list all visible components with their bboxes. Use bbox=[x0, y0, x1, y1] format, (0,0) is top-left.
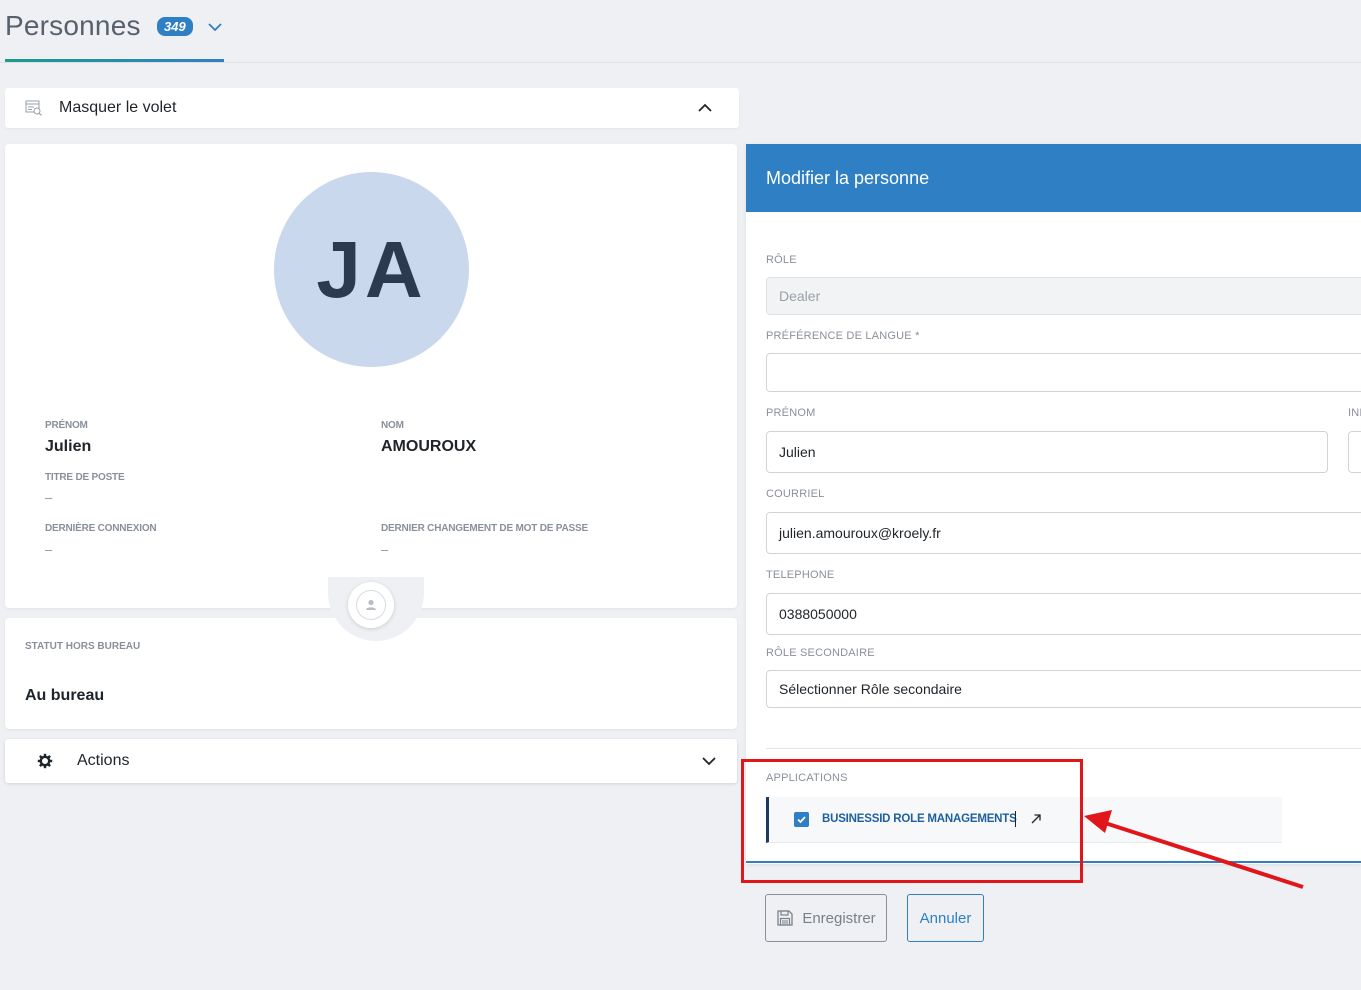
status-label: STATUT HORS BUREAU bbox=[25, 641, 141, 652]
initials-field-label: INI bbox=[1348, 407, 1361, 419]
cancel-button[interactable]: Annuler bbox=[907, 894, 984, 942]
panel-search-icon bbox=[25, 100, 42, 116]
prenom-value: Julien bbox=[45, 438, 92, 455]
telephone-label: TELEPHONE bbox=[766, 569, 835, 581]
save-button[interactable]: Enregistrer bbox=[765, 894, 887, 942]
titre-label: TITRE DE POSTE bbox=[45, 472, 125, 483]
annotation-highlight-box bbox=[741, 759, 1083, 883]
prenom-label: PRÉNOM bbox=[45, 420, 88, 431]
role-field: Dealer bbox=[766, 277, 1361, 315]
chevron-down-icon[interactable] bbox=[206, 18, 224, 36]
actions-toggle[interactable]: Actions bbox=[5, 739, 737, 783]
role-secondaire-label: RÔLE SECONDAIRE bbox=[766, 647, 875, 659]
nom-label: NOM bbox=[381, 420, 404, 431]
chevron-down-icon bbox=[702, 757, 716, 766]
mdp-value: – bbox=[381, 542, 389, 557]
hide-panel-label: Masquer le volet bbox=[59, 99, 177, 116]
form-divider bbox=[766, 748, 1361, 749]
chevron-up-icon[interactable] bbox=[697, 100, 713, 116]
count-badge: 349 bbox=[157, 17, 193, 36]
cancel-button-label: Annuler bbox=[919, 909, 972, 927]
edit-person-panel: Modifier la personne RÔLE Dealer PRÉFÉRE… bbox=[746, 144, 1361, 864]
hide-panel-toggle[interactable]: Masquer le volet bbox=[5, 88, 739, 128]
page-title: Personnes bbox=[5, 10, 141, 41]
floppy-disk-icon bbox=[777, 910, 793, 926]
profile-card: JA PRÉNOM Julien NOM AMOUROUX TITRE DE P… bbox=[5, 144, 737, 608]
courriel-input[interactable]: julien.amouroux@kroely.fr bbox=[766, 512, 1361, 554]
langue-label: PRÉFÉRENCE DE LANGUE * bbox=[766, 330, 920, 342]
status-value: Au bureau bbox=[25, 687, 105, 704]
langue-select[interactable] bbox=[766, 353, 1361, 392]
role-secondaire-select[interactable]: Sélectionner Rôle secondaire bbox=[766, 670, 1361, 708]
connexion-label: DERNIÈRE CONNEXION bbox=[45, 523, 157, 534]
user-icon bbox=[366, 599, 376, 610]
nom-value: AMOUROUX bbox=[381, 438, 477, 455]
mdp-label: DERNIER CHANGEMENT DE MOT DE PASSE bbox=[381, 523, 588, 534]
annotation-arrow-icon bbox=[1084, 810, 1304, 889]
connexion-value: – bbox=[45, 542, 53, 557]
actions-label: Actions bbox=[77, 752, 130, 769]
save-button-label: Enregistrer bbox=[802, 909, 876, 927]
edit-panel-title: Modifier la personne bbox=[766, 168, 930, 188]
edit-panel-header: Modifier la personne bbox=[746, 144, 1361, 212]
titre-value: – bbox=[45, 490, 53, 505]
header-divider bbox=[0, 62, 1361, 63]
prenom-field-label: PRÉNOM bbox=[766, 407, 816, 419]
avatar: JA bbox=[274, 172, 469, 367]
user-toggle-ring bbox=[356, 590, 386, 620]
telephone-input[interactable]: 0388050000 bbox=[766, 593, 1361, 635]
avatar-initials: JA bbox=[316, 224, 427, 314]
courriel-label: COURRIEL bbox=[766, 488, 825, 500]
gear-icon bbox=[37, 753, 53, 769]
user-toggle-button[interactable] bbox=[348, 582, 394, 628]
prenom-input[interactable]: Julien bbox=[766, 431, 1328, 473]
initials-input[interactable] bbox=[1348, 431, 1361, 473]
role-label: RÔLE bbox=[766, 254, 797, 266]
